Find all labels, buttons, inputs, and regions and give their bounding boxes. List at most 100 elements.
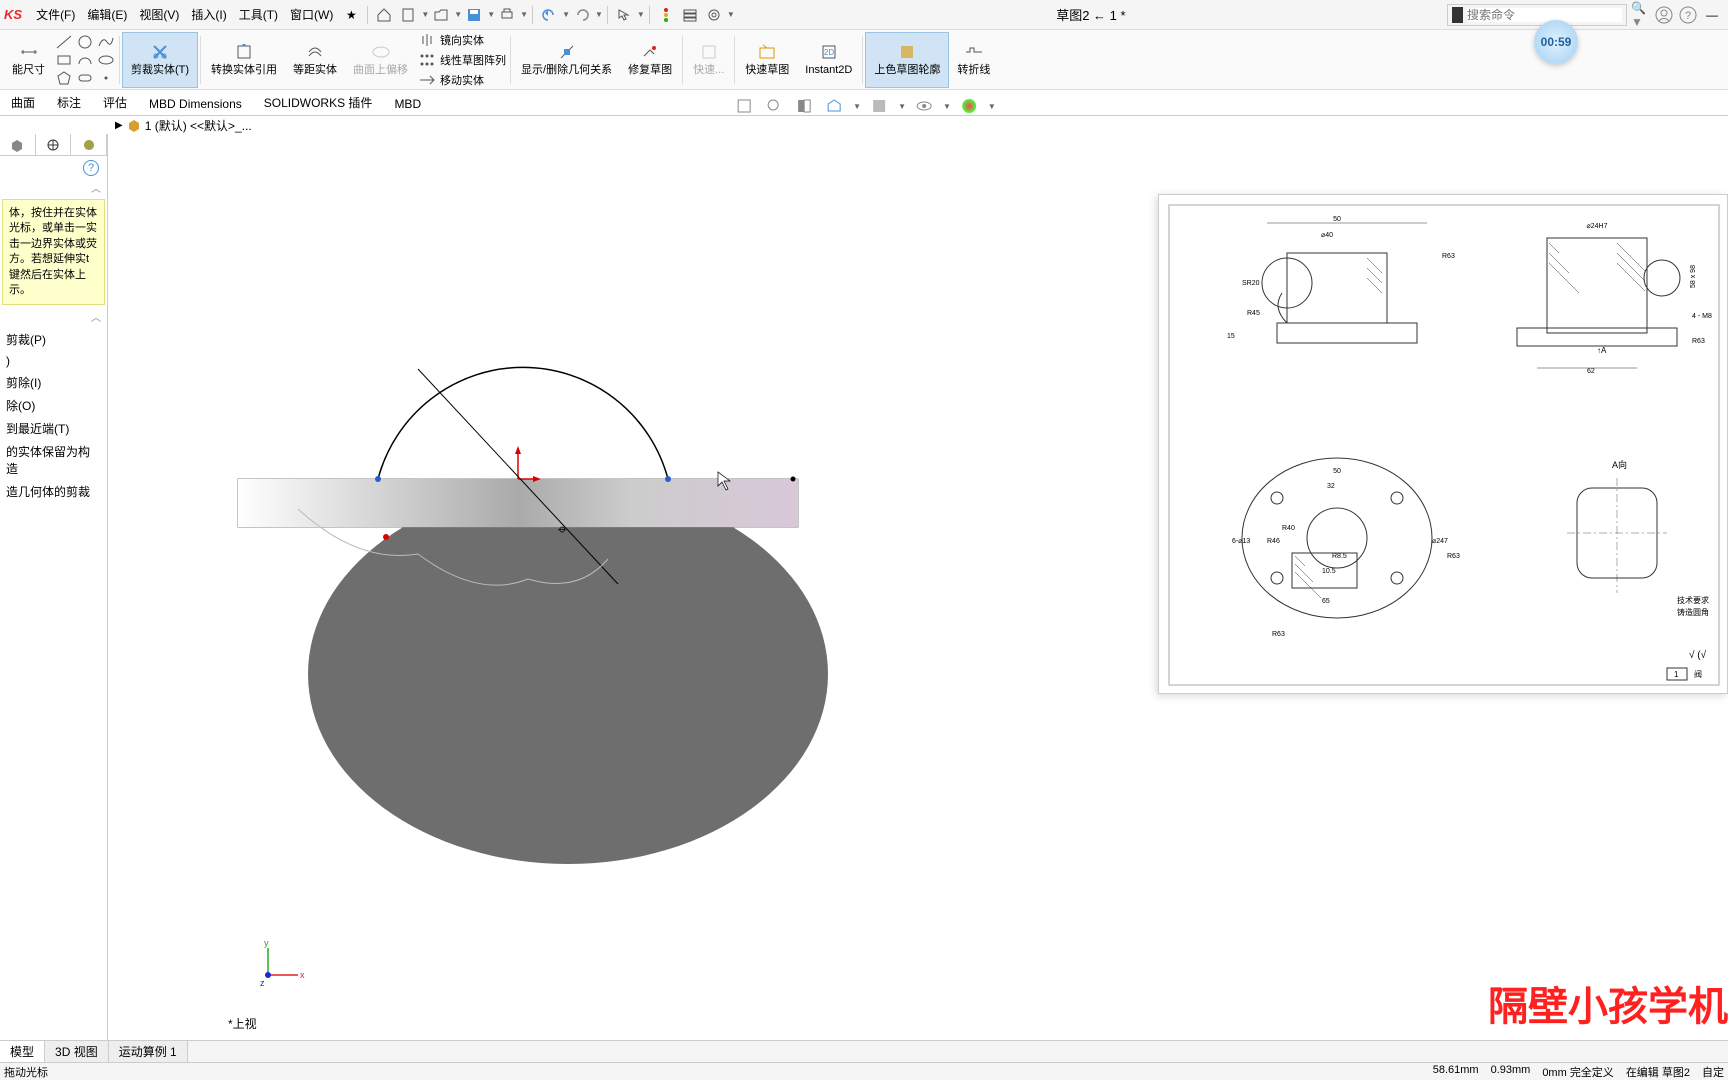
svg-text:R63: R63 [1692,338,1705,345]
tab-mbd-dims[interactable]: MBD Dimensions [138,92,253,115]
point-icon[interactable] [97,70,115,86]
slot-icon[interactable] [76,70,94,86]
help-icon[interactable]: ? [83,160,99,176]
timer-badge: 00:59 [1534,20,1578,64]
svg-text:65: 65 [1322,598,1330,605]
panel-help: ? [0,156,107,180]
graphics-area[interactable]: ⌀ 50 ⌀40 SR20 R45 [108,134,1728,1040]
rebuild-icon[interactable] [681,6,699,24]
ellipse-icon[interactable] [97,52,115,68]
feature-tabs: 曲面 标注 评估 MBD Dimensions SOLIDWORKS 插件 MB… [0,90,1728,116]
print-icon[interactable] [498,6,516,24]
star-icon[interactable]: ★ [342,6,360,24]
menu-insert[interactable]: 插入(I) [185,6,232,23]
arc-icon[interactable] [76,52,94,68]
separator [734,36,735,84]
minimize-icon[interactable]: — [1703,6,1721,24]
pattern-icon[interactable] [418,52,436,68]
collapse-icon[interactable]: ︿ [0,180,107,195]
shaded-sketch-button[interactable]: 上色草图轮廓 [865,32,949,88]
traffic-icon[interactable] [657,6,675,24]
spline-icon[interactable] [97,34,115,50]
undo-icon[interactable] [540,6,558,24]
tab-addins[interactable]: SOLIDWORKS 插件 [253,89,384,115]
option-geo-trim[interactable]: 造几何体的剪裁 [4,480,103,503]
mirror-icon[interactable] [418,32,436,48]
convert-entities-button[interactable]: 转换实体引用 [203,32,285,88]
menu-view[interactable]: 视图(V) [133,6,185,23]
option-trim-i[interactable]: 剪除(I) [4,371,103,394]
offset-entities-button[interactable]: 等距实体 [285,32,345,88]
hide-show-icon[interactable] [915,97,933,115]
svg-text:58 x 98: 58 x 98 [1690,265,1697,288]
panel-tab-appearance[interactable] [71,134,107,155]
svg-text:阀: 阀 [1694,670,1702,679]
tab-mbd[interactable]: MBD [383,92,432,115]
svg-text:15: 15 [1227,333,1235,340]
zoom-area-icon[interactable] [765,97,783,115]
search-dropdown-icon[interactable]: 🔍▼ [1631,6,1649,24]
smart-dimension-button[interactable]: 能尺寸 [4,32,53,88]
svg-text:?: ? [1685,10,1691,22]
move-icon[interactable] [418,72,436,88]
home-icon[interactable] [375,6,393,24]
options-list: 剪裁(P) ) 剪除(I) 除(O) 到最近端(T) 的实体保留为构造 造几何体… [0,324,107,507]
svg-text:R63: R63 [1447,553,1460,560]
option-construction[interactable]: 的实体保留为构造 [4,440,103,480]
display-style-icon[interactable] [870,97,888,115]
tab-motion[interactable]: 运动算例 1 [109,1041,188,1062]
collapse-icon[interactable]: ︿ [0,309,107,324]
line-icon[interactable] [55,34,73,50]
option-trim-p[interactable]: 剪裁(P) [4,328,103,351]
select-icon[interactable] [615,6,633,24]
separator [649,6,650,24]
surface-offset-button[interactable]: 曲面上偏移 [345,32,416,88]
redo-icon[interactable] [573,6,591,24]
menu-tools[interactable]: 工具(T) [233,6,284,23]
polygon-icon[interactable] [55,70,73,86]
new-icon[interactable] [399,6,417,24]
quick-sketch-button[interactable]: 快速草图 [737,32,797,88]
option-nearest-t[interactable]: 到最近端(T) [4,417,103,440]
menu-window[interactable]: 窗口(W) [284,6,339,23]
repair-sketch-button[interactable]: 修复草图 [620,32,680,88]
search-input[interactable] [1467,8,1622,22]
option-paren[interactable]: ) [4,351,103,371]
panel-tab-config[interactable] [36,134,72,155]
rectangle-icon[interactable] [55,52,73,68]
triad[interactable]: x y z [258,940,308,990]
menu-edit[interactable]: 编辑(E) [81,6,133,23]
options-icon[interactable] [705,6,723,24]
tab-evaluate[interactable]: 评估 [92,89,138,115]
option-remove-o[interactable]: 除(O) [4,394,103,417]
svg-text:技术要求: 技术要求 [1677,595,1709,605]
menu-file[interactable]: 文件(F) [30,6,81,23]
view-orient-icon[interactable] [825,97,843,115]
section-icon[interactable] [795,97,813,115]
instant2d-button[interactable]: 2D Instant2D [797,32,860,88]
circle-icon[interactable] [76,34,94,50]
user-icon[interactable] [1655,6,1673,24]
tab-3dview[interactable]: 3D 视图 [45,1041,109,1062]
quick-button[interactable]: 快速... [685,32,732,88]
save-icon[interactable] [465,6,483,24]
tab-annotation[interactable]: 标注 [46,89,92,115]
search-box[interactable] [1447,4,1627,26]
panel-tab-feature[interactable] [0,134,36,155]
open-icon[interactable] [432,6,450,24]
expand-icon[interactable]: ▶ [115,120,123,131]
help-icon[interactable]: ? [1679,6,1697,24]
svg-text:R45: R45 [1247,310,1260,317]
pierce-button[interactable]: 转折线 [949,32,998,88]
breadcrumb-text[interactable]: 1 (默认) <<默认>_... [145,117,252,134]
tab-surface[interactable]: 曲面 [0,89,46,115]
svg-text:32: 32 [1327,483,1335,490]
zoom-fit-icon[interactable] [735,97,753,115]
tab-model[interactable]: 模型 [0,1041,45,1062]
trim-entities-button[interactable]: 剪裁实体(T) [122,32,198,88]
breadcrumb: ▶ 1 (默认) <<默认>_... [0,116,1728,134]
svg-text:6-⌀13: 6-⌀13 [1232,538,1250,545]
show-relations-button[interactable]: 显示/删除几何关系 [513,32,620,88]
appearance-icon[interactable] [960,97,978,115]
svg-text:z: z [260,978,265,988]
